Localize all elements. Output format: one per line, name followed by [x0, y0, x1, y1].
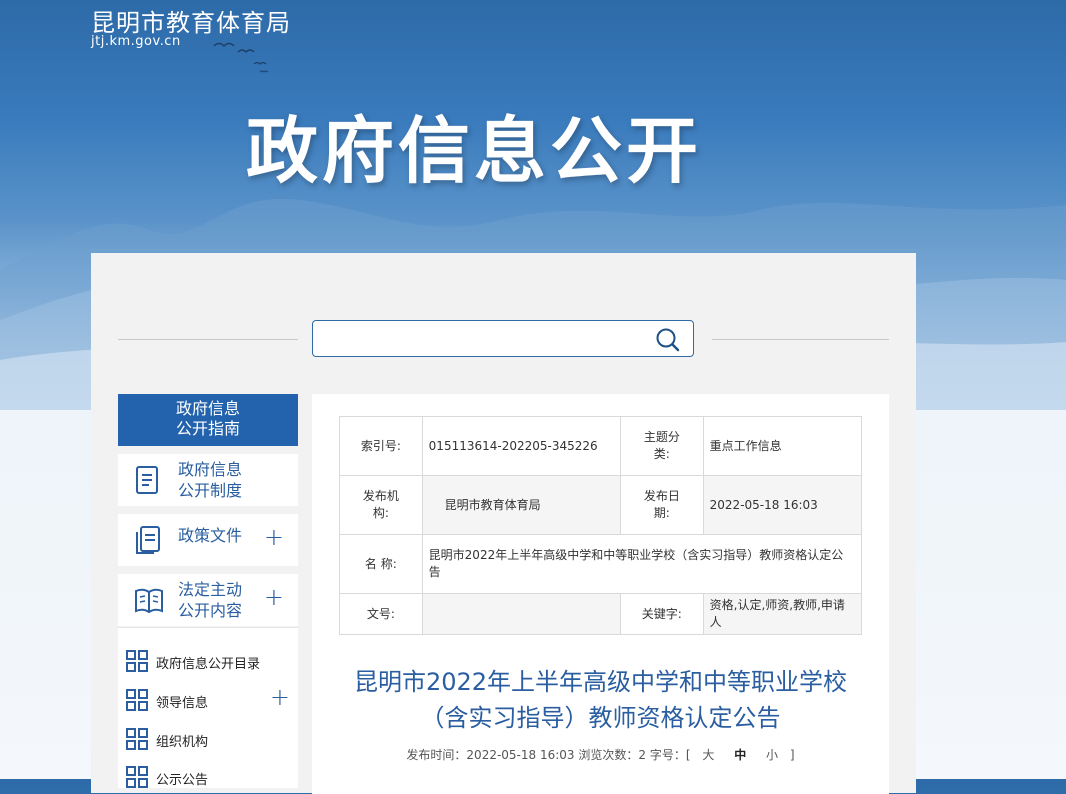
divider-left — [118, 339, 298, 340]
metadata-table: 索引号: 015113614-202205-345226 主题分 类: 重点工作信… — [339, 416, 863, 635]
sidebar-item-policy-documents[interactable]: 政策文件 + — [118, 514, 298, 566]
search-input[interactable] — [323, 321, 657, 356]
org-label: 发布机 构: — [339, 475, 423, 535]
article-title: 昆明市2022年上半年高级中学和中等职业学校 （含实习指导）教师资格认定公告 — [353, 668, 848, 732]
grid-icon — [126, 728, 148, 750]
sidebar-item-label: 法定主动 公开内容 — [178, 580, 243, 620]
index-label: 索引号: — [339, 416, 423, 476]
font-size-large-button[interactable]: 大 — [702, 748, 714, 762]
font-size-bracket: ] — [789, 748, 795, 762]
date-label: 发布日 期: — [619, 475, 704, 535]
book-icon — [133, 584, 165, 620]
banner-title: 政府信息公开 — [246, 109, 703, 193]
sidebar-subitem-label: 组织机构 — [156, 735, 209, 750]
sidebar-sublist: 政府信息公开目录 领导信息 + 组织机构 公示公告 — [118, 627, 298, 788]
keywords-label: 关键字: — [619, 593, 704, 635]
files-icon — [133, 524, 163, 560]
sidebar-subitem-organization[interactable]: 组织机构 — [126, 728, 298, 752]
sidebar-item-statutory-content[interactable]: 法定主动 公开内容 + — [118, 574, 298, 626]
search-box — [312, 320, 694, 357]
topic-label: 主题分 类: — [619, 416, 704, 476]
sidebar-item-label: 政府信息 公开指南 — [175, 399, 240, 438]
site-url[interactable]: jtj.km.gov.cn — [91, 34, 181, 49]
sidebar-item-label: 政策文件 — [178, 526, 243, 545]
document-icon — [133, 464, 161, 500]
expand-icon[interactable]: + — [264, 583, 284, 611]
sidebar-subitem-leaders[interactable]: 领导信息 + — [126, 683, 298, 713]
name-label: 名 称: — [339, 534, 423, 594]
divider-right — [712, 339, 889, 340]
sidebar-item-disclosure-system[interactable]: 政府信息 公开制度 — [118, 454, 298, 506]
docno-value — [421, 593, 621, 635]
grid-icon — [126, 650, 148, 672]
article-content: 索引号: 015113614-202205-345226 主题分 类: 重点工作信… — [312, 394, 889, 794]
table-row: 名 称: 昆明市2022年上半年高级中学和中等职业学校（含实习指导）教师资格认定… — [339, 534, 863, 594]
grid-icon — [126, 689, 148, 711]
sidebar-subitem-catalog[interactable]: 政府信息公开目录 — [126, 650, 298, 674]
keywords-value: 资格,认定,师资,教师,申请人 — [702, 593, 863, 635]
table-row: 索引号: 015113614-202205-345226 主题分 类: 重点工作信… — [339, 416, 863, 476]
table-row: 发布机 构: 昆明市教育体育局 发布日 期: 2022-05-18 16:03 — [339, 475, 863, 535]
publish-info: 发布时间：2022-05-18 16:03 浏览次数：2 字号：[ — [406, 748, 691, 762]
font-size-small-button[interactable]: 小 — [766, 748, 778, 762]
article-info: 发布时间：2022-05-18 16:03 浏览次数：2 字号：[ 大 中 小 … — [312, 746, 889, 763]
table-row: 文号: 关键字: 资格,认定,师资,教师,申请人 — [339, 593, 863, 635]
search-icon[interactable] — [655, 327, 681, 357]
sidebar-subitem-announcements[interactable]: 公示公告 — [126, 766, 298, 790]
sidebar-item-label: 政府信息 公开制度 — [178, 460, 243, 500]
name-value: 昆明市2022年上半年高级中学和中等职业学校（含实习指导）教师资格认定公告 — [421, 534, 863, 594]
site-name[interactable]: 昆明市教育体育局 — [91, 3, 291, 38]
topic-value: 重点工作信息 — [702, 416, 863, 476]
sidebar-subitem-label: 政府信息公开目录 — [156, 657, 261, 672]
sidebar-item-disclosure-guide[interactable]: 政府信息 公开指南 — [118, 394, 298, 446]
birds-decoration — [213, 42, 269, 73]
grid-icon — [126, 766, 148, 788]
sidebar-subitem-label: 领导信息 — [156, 696, 209, 711]
docno-label: 文号: — [339, 593, 423, 635]
index-value: 015113614-202205-345226 — [421, 416, 621, 476]
expand-icon[interactable]: + — [270, 683, 290, 711]
date-value: 2022-05-18 16:03 — [702, 475, 863, 535]
font-size-medium-button[interactable]: 中 — [734, 748, 746, 762]
expand-icon[interactable]: + — [264, 523, 284, 551]
org-value: 昆明市教育体育局 — [421, 475, 621, 535]
